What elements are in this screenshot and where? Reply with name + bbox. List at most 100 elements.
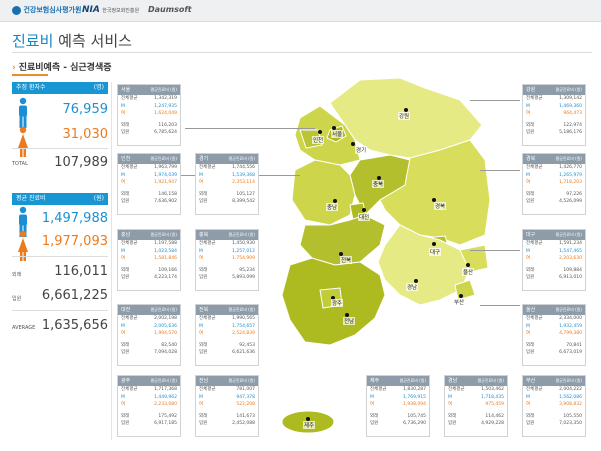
region-name: 강원 [526,87,536,93]
outpatient-label: 외래 [121,413,130,419]
outpatient-label: 외래 [526,122,535,128]
daejeon-pin-icon[interactable] [362,208,366,212]
region-card-daejeon[interactable]: 대전 평균진료비 (원) 전체평균 2,002,198 M 2,005,636 여 1,… [117,304,181,366]
outpatient-value: 70,841 [566,342,582,348]
region-card-gwangju[interactable]: 광주 평균진료비 (원) 전체평균 1,717,368 M 1,449,962 여 2,… [117,375,181,437]
inpatient-value: 6,917,185 [154,421,177,427]
outpatient-label: 외래 [526,267,535,273]
outpatient-label: 외래 [199,267,208,273]
region-card-chungbuk[interactable]: 충북 평균진료비 (원) 전체평균 1,450,930 M 1,257,012 여 1,… [195,229,259,291]
region-col-label: 평균진료비 (원) [150,307,177,312]
all-avg-label: 전체평균 [526,387,543,392]
outpatient-value: 146,158 [158,191,177,197]
map-label-jeonbuk[interactable]: 전북 [340,256,353,264]
all-avg-value: 2,004,222 [559,387,582,392]
region-name: 충북 [199,232,209,238]
all-avg-label: 전체평균 [121,387,138,392]
region-name: 대구 [526,232,536,238]
male-value: 1,469,360 [559,103,582,109]
region-card-gangwon[interactable]: 강원 평균진료비 (원) 전체평균 1,309,142 M 1,469,360 여 96… [522,84,586,146]
inpatient-label: 입원 [526,275,535,281]
region-card-incheon[interactable]: 인천 평균진료비 (원) 전체평균 1,963,799 M 1,974,039 여 1,… [117,153,181,215]
outpatient-label: 외래 [199,413,208,419]
region-card-jeju[interactable]: 제주 평균진료비 (원) 전체평균 1,830,287 M 1,769,915 여 1,… [366,375,430,437]
map-label-daegu[interactable]: 대구 [429,248,442,256]
inpatient-label: 입원 [526,421,535,427]
outpatient-value: 105,745 [407,413,426,419]
all-avg-label: 전체평균 [370,387,387,392]
region-card-jeonnam[interactable]: 전남 평균진료비 (원) 전체평균 781,007 M 947,378 여 522,20… [195,375,259,437]
inpatient-label: 입원 [199,421,208,427]
male-value: 1,449,962 [154,394,177,400]
all-avg-value: 1,717,368 [154,387,177,392]
map-label-jeonnam[interactable]: 전남 [343,317,356,325]
map-label-gyeonggi[interactable]: 경기 [355,146,368,154]
map-label-gyeongnam[interactable]: 경남 [406,283,419,291]
region-card-daegu[interactable]: 대구 평균진료비 (원) 전체평균 1,591,234 M 1,547,465 여 2,… [522,229,586,291]
map-label-incheon[interactable]: 인천 [312,136,325,144]
male-label: M [121,323,125,329]
inpatient-label: 입원 [121,275,130,281]
map-label-jeju[interactable]: 제주 [303,421,316,429]
inpatient-label: 입원 [526,350,535,356]
map-label-busan[interactable]: 부산 [453,298,466,306]
inpatient-value: 6,736,290 [403,421,426,427]
female-value: 1,938,094 [403,402,426,408]
incheon-pin-icon[interactable] [318,130,322,134]
map-label-chungbuk[interactable]: 충북 [372,180,385,188]
outpatient-value: 105,127 [236,191,255,197]
map-label-chungnam[interactable]: 충남 [326,203,339,211]
map-label-seoul[interactable]: 서울 [331,130,344,138]
region-card-ulsan[interactable]: 울산 평균진료비 (원) 전체평균 2,334,000 M 1,932,459 여 4,… [522,304,586,366]
female-value: 1,921,947 [154,180,177,186]
female-value: 2,203,630 [559,256,582,262]
connector-line [470,250,520,251]
region-card-seoul[interactable]: 서울 평균진료비 (원) 전체평균 1,342,319 M 1,247,935 여 1,… [117,84,181,146]
female-value: 1,994,570 [154,331,177,337]
region-card-busan[interactable]: 부산 평균진료비 (원) 전체평균 2,004,222 M 1,562,086 여 3,… [522,375,586,437]
all-avg-value: 1,744,556 [232,165,255,170]
region-col-label: 평균진료비 (원) [150,232,177,237]
region-name: 충남 [121,232,131,238]
map-label-ulsan[interactable]: 울산 [462,268,475,276]
female-label: 여 [448,402,453,408]
male-label: M [121,172,125,178]
male-label: M [526,394,530,400]
outpatient-label: 외래 [526,342,535,348]
map-label-daejeon[interactable]: 대전 [358,213,371,221]
female-value: 1,581,846 [154,256,177,262]
inpatient-label: 입원 [526,199,535,205]
all-avg-value: 1,450,930 [232,241,255,246]
inpatient-label: 입원 [121,199,130,205]
outpatient-value: 109,166 [158,267,177,273]
region-name: 전남 [199,378,209,384]
map-label-gangwon[interactable]: 강원 [398,112,411,120]
female-label: 여 [199,256,204,262]
female-label: 여 [121,331,126,337]
outpatient-label: 외래 [121,342,130,348]
map-label-gwangju[interactable]: 광주 [331,299,344,307]
map-label-gyeongbuk[interactable]: 경북 [434,202,447,210]
region-col-label: 평균진료비 (원) [399,378,426,383]
region-card-gyeonggi[interactable]: 경기 평균진료비 (원) 전체평균 1,744,556 M 1,539,368 여 2,… [195,153,259,215]
all-avg-label: 전체평균 [526,96,543,101]
female-value: 522,208 [236,402,255,408]
outpatient-label: 외래 [370,413,379,419]
region-name: 경북 [526,156,536,162]
outpatient-value: 82,540 [161,342,177,348]
region-card-chungnam[interactable]: 충남 평균진료비 (원) 전체평균 1,197,588 M 1,023,584 여 1,… [117,229,181,291]
korea-map [281,77,491,434]
male-label: M [526,172,530,178]
outpatient-value: 97,226 [566,191,582,197]
ulsan-pin-icon[interactable] [466,263,470,267]
region-card-gyeongbuk[interactable]: 경북 평균진료비 (원) 전체평균 1,426,770 M 1,265,979 여 1,… [522,153,586,215]
male-value: 2,005,636 [154,323,177,329]
daegu-pin-icon[interactable] [432,242,436,246]
region-name: 인천 [121,156,131,162]
region-col-label: 평균진료비 (원) [477,378,504,383]
female-label: 여 [199,180,204,186]
region-card-jeonbuk[interactable]: 전북 평균진료비 (원) 전체평균 1,990,565 M 1,754,657 여 2,… [195,304,259,366]
all-avg-value: 1,309,142 [559,96,582,101]
region-card-gyeongnam[interactable]: 경남 평균진료비 (원) 전체평균 1,503,462 M 1,718,435 여 97… [444,375,508,437]
region-name: 전북 [199,307,209,313]
